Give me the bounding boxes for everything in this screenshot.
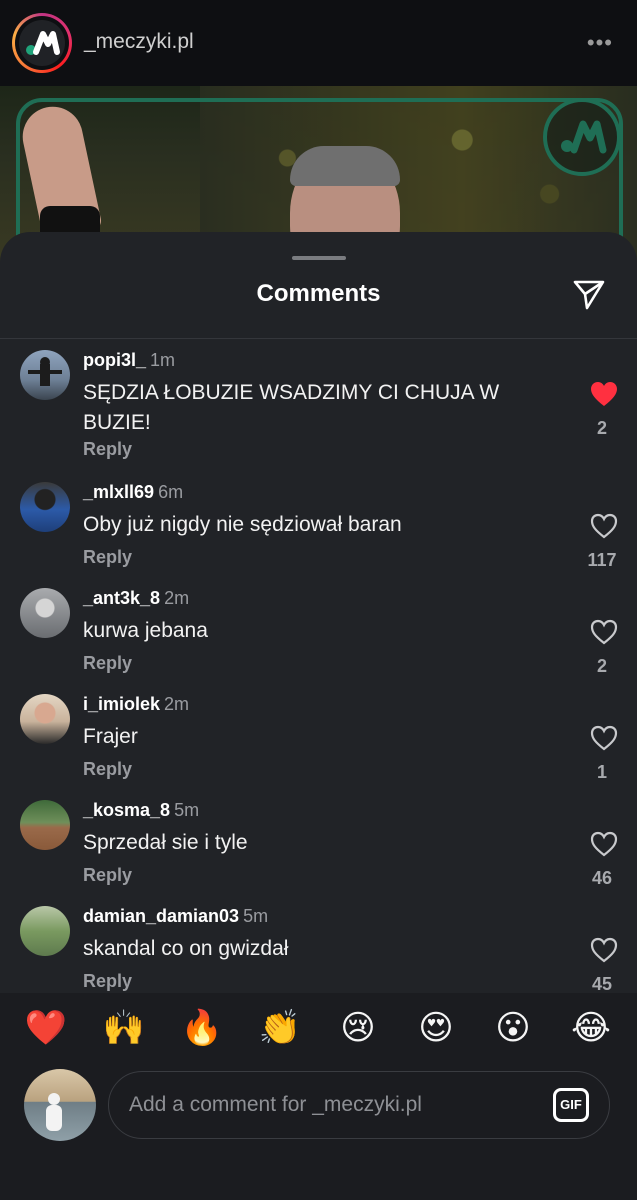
header-divider — [0, 338, 637, 339]
comment-timestamp: 2m — [164, 588, 190, 608]
reply-button[interactable]: Reply — [83, 439, 132, 460]
like-count: 2 — [596, 656, 607, 676]
post-author-avatar[interactable] — [12, 13, 72, 73]
comment-input-box: GIF — [108, 1071, 610, 1139]
comment-timestamp: 6m — [158, 482, 184, 502]
commenter-avatar[interactable] — [20, 588, 70, 638]
comment-timestamp: 5m — [243, 906, 269, 926]
heart-eyes-emoji-button[interactable]: 😍 — [411, 1005, 461, 1051]
more-options-icon[interactable]: ••• — [587, 30, 613, 56]
current-user-avatar — [24, 1069, 96, 1141]
like-count: 2 — [596, 418, 607, 438]
comment-text: Frajer — [83, 725, 138, 748]
surprised-emoji-button[interactable]: 😮 — [488, 1005, 538, 1051]
quick-reactions-bar: ❤️ 🙌 🔥 👏 😢 😍 😮 😂 — [0, 993, 637, 1063]
heart-filled-icon[interactable] — [589, 380, 619, 408]
reply-button[interactable]: Reply — [83, 971, 132, 992]
comment-username[interactable]: popi3l_ — [83, 350, 146, 370]
fire-emoji-button[interactable]: 🔥 — [177, 1005, 227, 1051]
comment-item: _mlxll69 6m Oby już nigdy nie sędziował b… — [0, 482, 637, 582]
comment-text: Oby już nigdy nie sędziował baran — [83, 513, 402, 536]
heart-outline-icon[interactable] — [589, 618, 619, 646]
comment-username[interactable]: _kosma_8 — [83, 800, 170, 820]
comment-item: _ant3k_8 2m kurwa jebana Reply 2 — [0, 588, 637, 688]
like-count: 117 — [587, 550, 617, 570]
comment-composer: GIF — [0, 1063, 637, 1200]
like-count: 1 — [596, 762, 607, 782]
commenter-avatar[interactable] — [20, 694, 70, 744]
comment-username[interactable]: i_imiolek — [83, 694, 160, 714]
comment-item: _kosma_8 5m Sprzedał sie i tyle Reply 46 — [0, 800, 637, 900]
commenter-avatar[interactable] — [20, 800, 70, 850]
comment-username[interactable]: _mlxll69 — [83, 482, 154, 502]
comment-text: skandal co on gwizdał — [83, 937, 289, 960]
comment-timestamp: 5m — [174, 800, 200, 820]
heart-emoji-button[interactable]: ❤️ — [21, 1005, 71, 1051]
gif-button[interactable]: GIF — [553, 1088, 589, 1122]
reply-button[interactable]: Reply — [83, 865, 132, 886]
comment-item: i_imiolek 2m Frajer Reply 1 — [0, 694, 637, 794]
watermark-logo-icon — [543, 98, 621, 176]
heart-outline-icon[interactable] — [589, 936, 619, 964]
referee-hair — [290, 146, 400, 186]
post-header: _meczyki.pl ••• — [0, 0, 637, 86]
comment-timestamp: 1m — [150, 350, 176, 370]
reply-button[interactable]: Reply — [83, 547, 132, 568]
sheet-title: Comments — [256, 280, 381, 307]
comment-input[interactable] — [129, 1072, 529, 1138]
comment-text: Sprzedał sie i tyle — [83, 831, 248, 854]
like-count: 46 — [591, 868, 613, 888]
clapping-emoji-button[interactable]: 👏 — [255, 1005, 305, 1051]
comment-timestamp: 2m — [164, 694, 190, 714]
meczyki-logo-icon — [19, 20, 65, 66]
comment-item: popi3l_ 1m SĘDZIA ŁOBUZIE WSADZIMY CI CHU… — [0, 350, 637, 470]
laughing-emoji-button[interactable]: 😂 — [566, 1005, 616, 1051]
heart-outline-icon[interactable] — [589, 830, 619, 858]
heart-outline-icon[interactable] — [589, 512, 619, 540]
crying-emoji-button[interactable]: 😢 — [333, 1005, 383, 1051]
drag-handle[interactable] — [292, 256, 346, 260]
commenter-avatar[interactable] — [20, 482, 70, 532]
share-icon[interactable] — [571, 276, 607, 312]
commenter-avatar[interactable] — [20, 906, 70, 956]
reply-button[interactable]: Reply — [83, 759, 132, 780]
comment-text: kurwa jebana — [83, 619, 208, 642]
comment-username[interactable]: _ant3k_8 — [83, 588, 160, 608]
heart-outline-icon[interactable] — [589, 724, 619, 752]
commenter-avatar[interactable] — [20, 350, 70, 400]
comment-username[interactable]: damian_damian03 — [83, 906, 239, 926]
comment-item: damian_damian03 5m skandal co on gwizdał … — [0, 906, 637, 996]
raised-hands-emoji-button[interactable]: 🙌 — [99, 1005, 149, 1051]
reply-button[interactable]: Reply — [83, 653, 132, 674]
comment-text: SĘDZIA ŁOBUZIE WSADZIMY CI CHUJA W BUZIE… — [83, 381, 500, 434]
post-author-username[interactable]: _meczyki.pl — [84, 30, 194, 54]
like-count: 45 — [591, 974, 613, 994]
